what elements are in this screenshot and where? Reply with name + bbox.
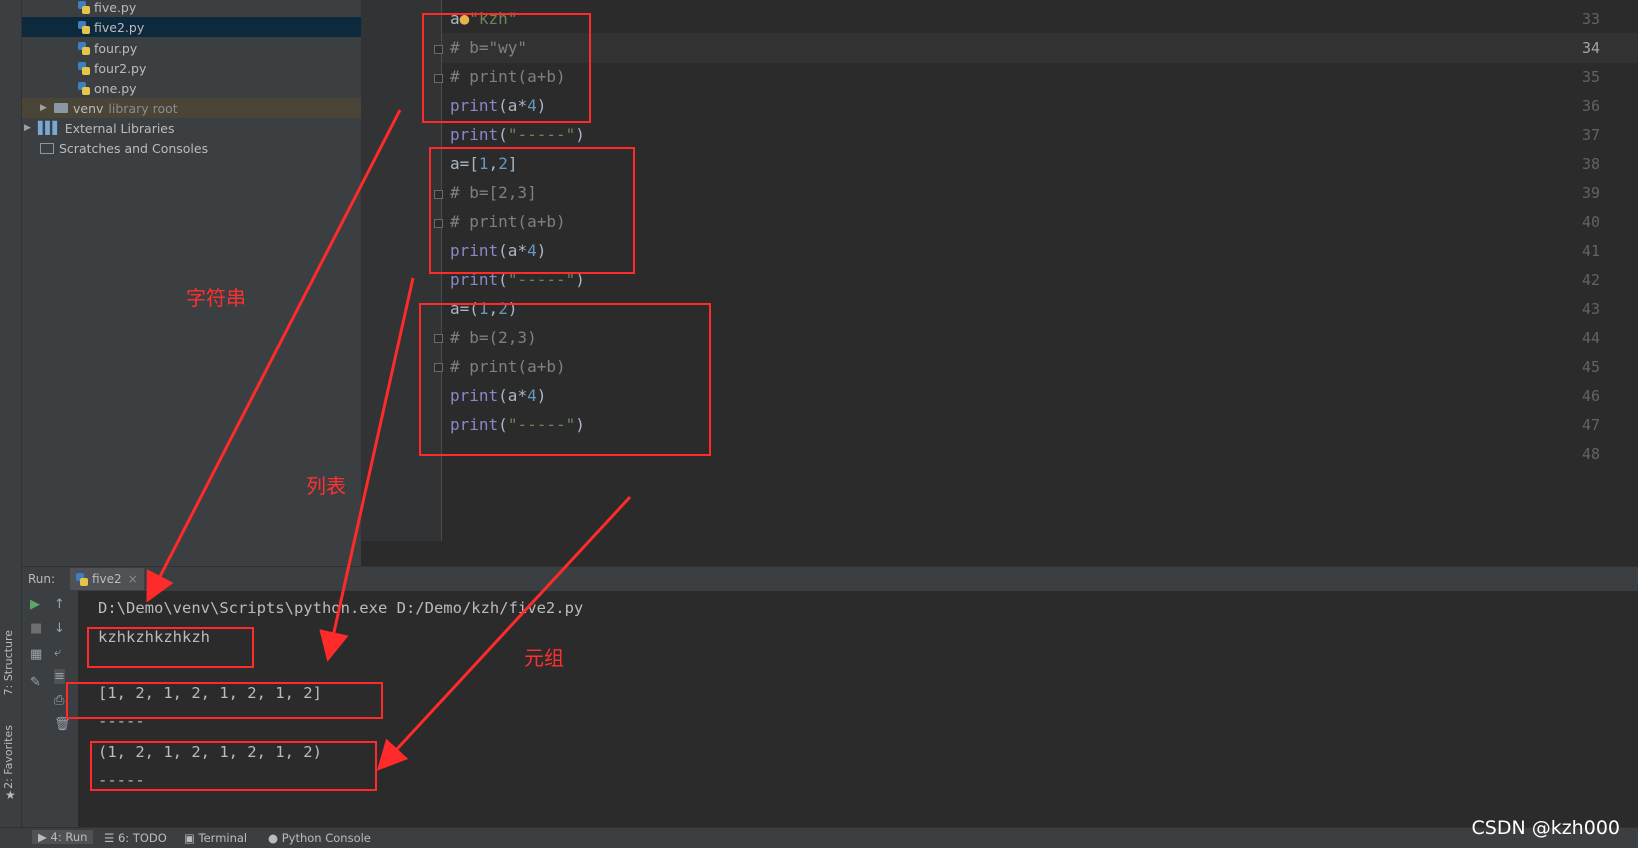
watermark: CSDN @kzh000 <box>1471 817 1621 839</box>
arrow-string <box>146 109 402 603</box>
annotation-arrows <box>146 109 632 771</box>
arrow-list <box>319 277 415 662</box>
arrow-tuple <box>376 495 632 771</box>
